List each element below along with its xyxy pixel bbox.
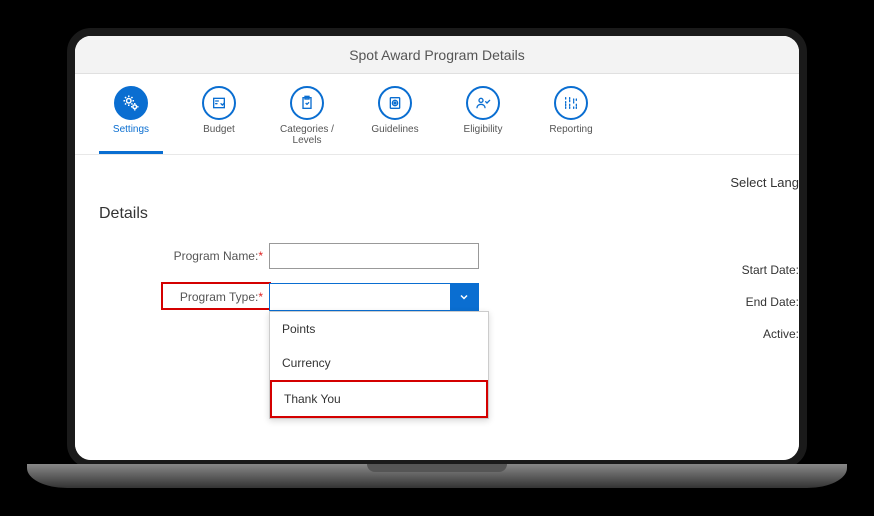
dropdown-field[interactable] xyxy=(269,283,479,311)
tab-label: Eligibility xyxy=(464,124,503,135)
page-title-bar: Spot Award Program Details xyxy=(75,36,799,74)
tab-reporting[interactable]: Reporting xyxy=(539,86,603,146)
chart-icon xyxy=(554,86,588,120)
details-heading: Details xyxy=(99,205,775,223)
tab-label: Guidelines xyxy=(371,124,418,135)
gears-icon xyxy=(114,86,148,120)
tab-guidelines[interactable]: Guidelines xyxy=(363,86,427,146)
required-marker: * xyxy=(258,249,263,263)
person-check-icon xyxy=(466,86,500,120)
chevron-down-icon[interactable] xyxy=(450,284,478,310)
tab-label: Categories / Levels xyxy=(275,124,339,146)
dropdown-option-thankyou[interactable]: Thank You xyxy=(270,380,488,418)
target-icon xyxy=(378,86,412,120)
select-language-label: Select Lang xyxy=(730,175,799,190)
start-date-label: Start Date: xyxy=(742,263,799,277)
laptop-frame: Spot Award Program Details Settings Budg… xyxy=(67,28,807,468)
dropdown-option-currency[interactable]: Currency xyxy=(270,346,488,380)
screen-area: Spot Award Program Details Settings Budg… xyxy=(75,36,799,460)
tab-eligibility[interactable]: Eligibility xyxy=(451,86,515,146)
program-name-label: Program Name:* xyxy=(99,249,269,263)
page-title: Spot Award Program Details xyxy=(349,47,525,63)
dropdown-option-points[interactable]: Points xyxy=(270,312,488,346)
tab-label: Reporting xyxy=(549,124,592,135)
program-type-input[interactable] xyxy=(270,284,450,310)
end-date-label: End Date: xyxy=(746,295,799,309)
tab-settings[interactable]: Settings xyxy=(99,86,163,154)
laptop-base xyxy=(27,464,847,488)
highlight-label-box xyxy=(161,282,271,310)
tab-navigation: Settings Budget Categories / Levels Guid… xyxy=(75,74,799,155)
right-side-labels: Start Date: End Date: Active: xyxy=(742,263,799,341)
tab-label: Settings xyxy=(113,124,149,135)
tab-budget[interactable]: Budget xyxy=(187,86,251,146)
tab-label: Budget xyxy=(203,124,235,135)
dropdown-menu: Points Currency Thank You xyxy=(269,311,489,419)
clipboard-icon xyxy=(290,86,324,120)
select-language-link[interactable]: Select Lang xyxy=(730,175,799,190)
program-type-dropdown[interactable]: Points Currency Thank You xyxy=(269,283,479,311)
tab-categories[interactable]: Categories / Levels xyxy=(275,86,339,146)
active-label: Active: xyxy=(763,327,799,341)
budget-icon xyxy=(202,86,236,120)
program-name-row: Program Name:* xyxy=(99,243,775,269)
program-name-input[interactable] xyxy=(269,243,479,269)
content-area: Select Lang Details Program Name:* Progr… xyxy=(75,155,799,345)
program-type-row: Program Type:* Points Currency Thank You xyxy=(99,283,775,311)
